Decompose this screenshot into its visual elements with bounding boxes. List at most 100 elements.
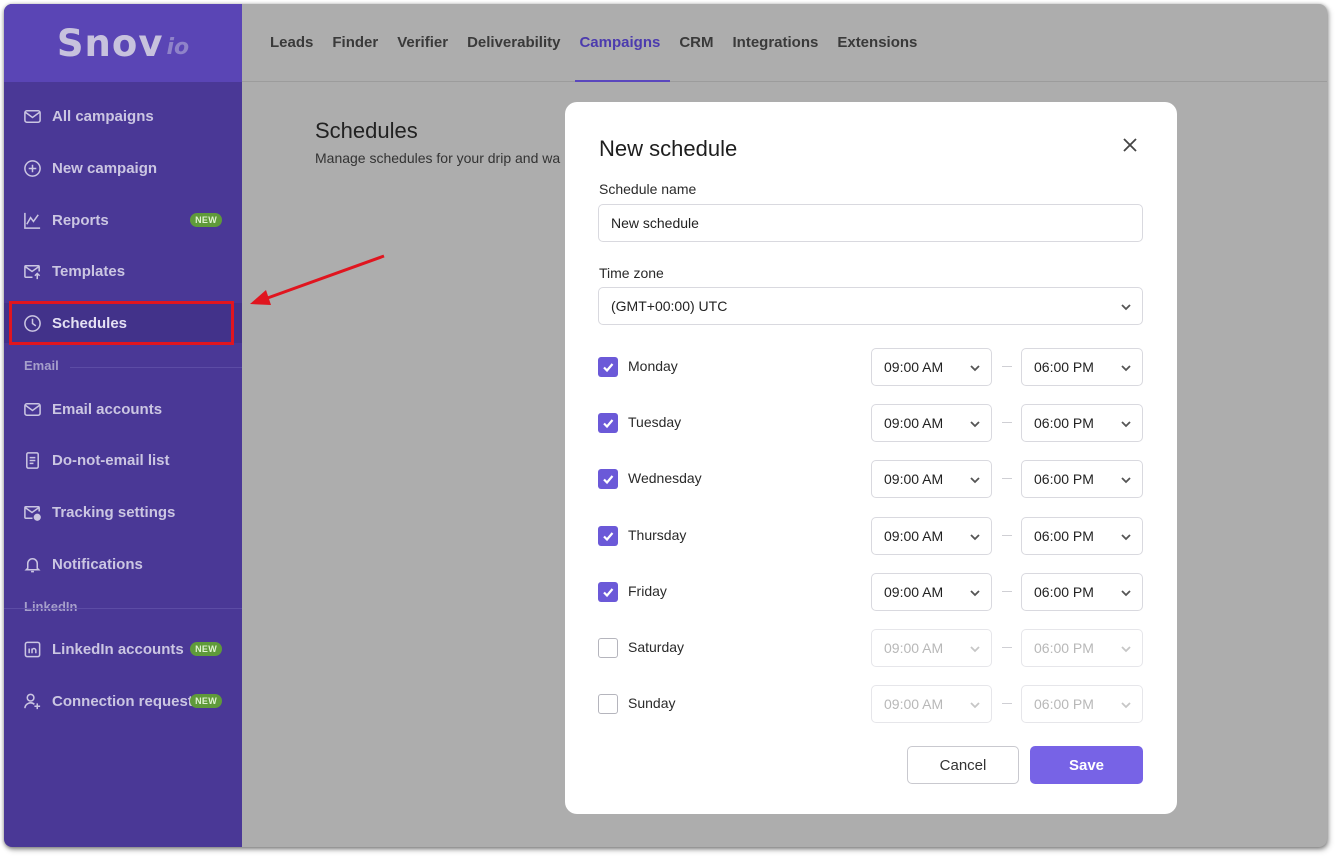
start-time-select[interactable]: 09:00 AM	[871, 517, 992, 555]
day-checkbox[interactable]	[598, 638, 618, 658]
day-checkbox[interactable]	[598, 582, 618, 602]
end-time-select[interactable]: 06:00 PM	[1021, 685, 1143, 723]
top-navigation: Leads Finder Verifier Deliverability Cam…	[242, 4, 1327, 82]
sidebar-item-notifications[interactable]: Notifications	[4, 544, 242, 584]
mail-icon	[22, 106, 42, 126]
tab-deliverability[interactable]: Deliverability	[467, 4, 560, 82]
chevron-down-icon	[969, 361, 981, 373]
new-badge: NEW	[190, 213, 222, 227]
start-time-select[interactable]: 09:00 AM	[871, 629, 992, 667]
start-time-value: 09:00 AM	[884, 640, 944, 656]
save-button[interactable]: Save	[1030, 746, 1143, 784]
mail-tracking-icon	[22, 502, 42, 522]
day-checkbox[interactable]	[598, 413, 618, 433]
sidebar-item-connection-requests[interactable]: Connection requests NEW	[4, 681, 242, 721]
tab-leads[interactable]: Leads	[270, 4, 313, 82]
day-label: Tuesday	[628, 414, 682, 430]
day-row-monday: Monday 09:00 AM 06:00 PM	[598, 348, 1143, 386]
end-time-select[interactable]: 06:00 PM	[1021, 460, 1143, 498]
day-row-thursday: Thursday 09:00 AM 06:00 PM	[598, 517, 1143, 555]
page-title: Schedules	[315, 118, 418, 143]
cancel-button[interactable]: Cancel	[907, 746, 1019, 784]
sidebar-item-label: All campaigns	[52, 107, 154, 125]
sidebar-item-templates[interactable]: Templates	[4, 251, 242, 291]
day-checkbox[interactable]	[598, 526, 618, 546]
close-icon[interactable]	[1121, 136, 1139, 154]
chart-icon	[22, 210, 42, 230]
sidebar-item-schedules[interactable]: Schedules	[4, 303, 242, 343]
sidebar-item-label: Schedules	[52, 314, 128, 332]
day-row-saturday: Saturday 09:00 AM 06:00 PM	[598, 629, 1143, 667]
new-badge: NEW	[190, 694, 222, 708]
end-time-select[interactable]: 06:00 PM	[1021, 517, 1143, 555]
sidebar-item-email-accounts[interactable]: Email accounts	[4, 389, 242, 429]
start-time-select[interactable]: 09:00 AM	[871, 404, 992, 442]
time-range-dash	[1002, 478, 1012, 479]
chevron-down-icon	[1120, 300, 1132, 312]
start-time-value: 09:00 AM	[884, 696, 944, 712]
sidebar-item-tracking-settings[interactable]: Tracking settings	[4, 492, 242, 532]
page-subtitle: Manage schedules for your drip and wa	[315, 150, 561, 166]
time-range-dash	[1002, 366, 1012, 367]
sidebar-item-reports[interactable]: Reports NEW	[4, 200, 242, 240]
day-label: Sunday	[628, 695, 676, 711]
dialog-title: New schedule	[599, 136, 738, 161]
schedule-name-input[interactable]	[598, 204, 1143, 242]
start-time-select[interactable]: 09:00 AM	[871, 573, 992, 611]
day-checkbox[interactable]	[598, 694, 618, 714]
time-range-dash	[1002, 647, 1012, 648]
day-label: Wednesday	[628, 470, 702, 486]
day-row-friday: Friday 09:00 AM 06:00 PM	[598, 573, 1143, 611]
day-checkbox[interactable]	[598, 357, 618, 377]
tab-finder[interactable]: Finder	[332, 4, 378, 82]
end-time-value: 06:00 PM	[1034, 415, 1094, 431]
chevron-down-icon	[1120, 417, 1132, 429]
chevron-down-icon	[1120, 642, 1132, 654]
end-time-select[interactable]: 06:00 PM	[1021, 573, 1143, 611]
tab-verifier[interactable]: Verifier	[397, 4, 448, 82]
sidebar-item-all-campaigns[interactable]: All campaigns	[4, 96, 242, 136]
sidebar-item-label: New campaign	[52, 159, 158, 177]
tab-crm[interactable]: CRM	[679, 4, 713, 82]
tab-extensions[interactable]: Extensions	[837, 4, 917, 82]
sidebar-item-label: Email accounts	[52, 400, 163, 418]
divider	[4, 608, 242, 609]
time-zone-select[interactable]: (GMT+00:00) UTC	[598, 287, 1143, 325]
logo-suffix: io	[166, 34, 190, 60]
logo-text: Snov	[56, 21, 164, 65]
sidebar: Snov io All campaigns New campaign Repor…	[4, 4, 242, 847]
start-time-select[interactable]: 09:00 AM	[871, 460, 992, 498]
end-time-select[interactable]: 06:00 PM	[1021, 629, 1143, 667]
plus-circle-icon	[22, 158, 42, 178]
day-label: Saturday	[628, 639, 685, 655]
tab-integrations[interactable]: Integrations	[733, 4, 819, 82]
divider	[70, 367, 242, 368]
logo[interactable]: Snov io	[4, 4, 242, 82]
day-row-sunday: Sunday 09:00 AM 06:00 PM	[598, 685, 1143, 723]
chevron-down-icon	[1120, 473, 1132, 485]
end-time-select[interactable]: 06:00 PM	[1021, 348, 1143, 386]
chevron-down-icon	[969, 417, 981, 429]
start-time-select[interactable]: 09:00 AM	[871, 685, 992, 723]
day-checkbox[interactable]	[598, 469, 618, 489]
sidebar-item-label: LinkedIn accounts	[52, 640, 184, 658]
day-row-tuesday: Tuesday 09:00 AM 06:00 PM	[598, 404, 1143, 442]
tab-campaigns[interactable]: Campaigns	[575, 4, 671, 82]
chevron-down-icon	[1120, 698, 1132, 710]
time-zone-value: (GMT+00:00) UTC	[611, 298, 728, 314]
sidebar-item-new-campaign[interactable]: New campaign	[4, 148, 242, 188]
end-time-value: 06:00 PM	[1034, 471, 1094, 487]
sidebar-item-label: Notifications	[52, 555, 143, 573]
user-plus-icon	[22, 691, 42, 711]
start-time-select[interactable]: 09:00 AM	[871, 348, 992, 386]
clock-icon	[22, 313, 42, 333]
day-label: Friday	[628, 583, 667, 599]
end-time-select[interactable]: 06:00 PM	[1021, 404, 1143, 442]
new-badge: NEW	[190, 642, 222, 656]
start-time-value: 09:00 AM	[884, 528, 944, 544]
app-window: Snov io All campaigns New campaign Repor…	[4, 4, 1327, 847]
bell-icon	[22, 554, 42, 574]
chevron-down-icon	[1120, 586, 1132, 598]
sidebar-item-do-not-email[interactable]: Do-not-email list	[4, 440, 242, 480]
sidebar-item-linkedin-accounts[interactable]: LinkedIn accounts NEW	[4, 629, 242, 669]
